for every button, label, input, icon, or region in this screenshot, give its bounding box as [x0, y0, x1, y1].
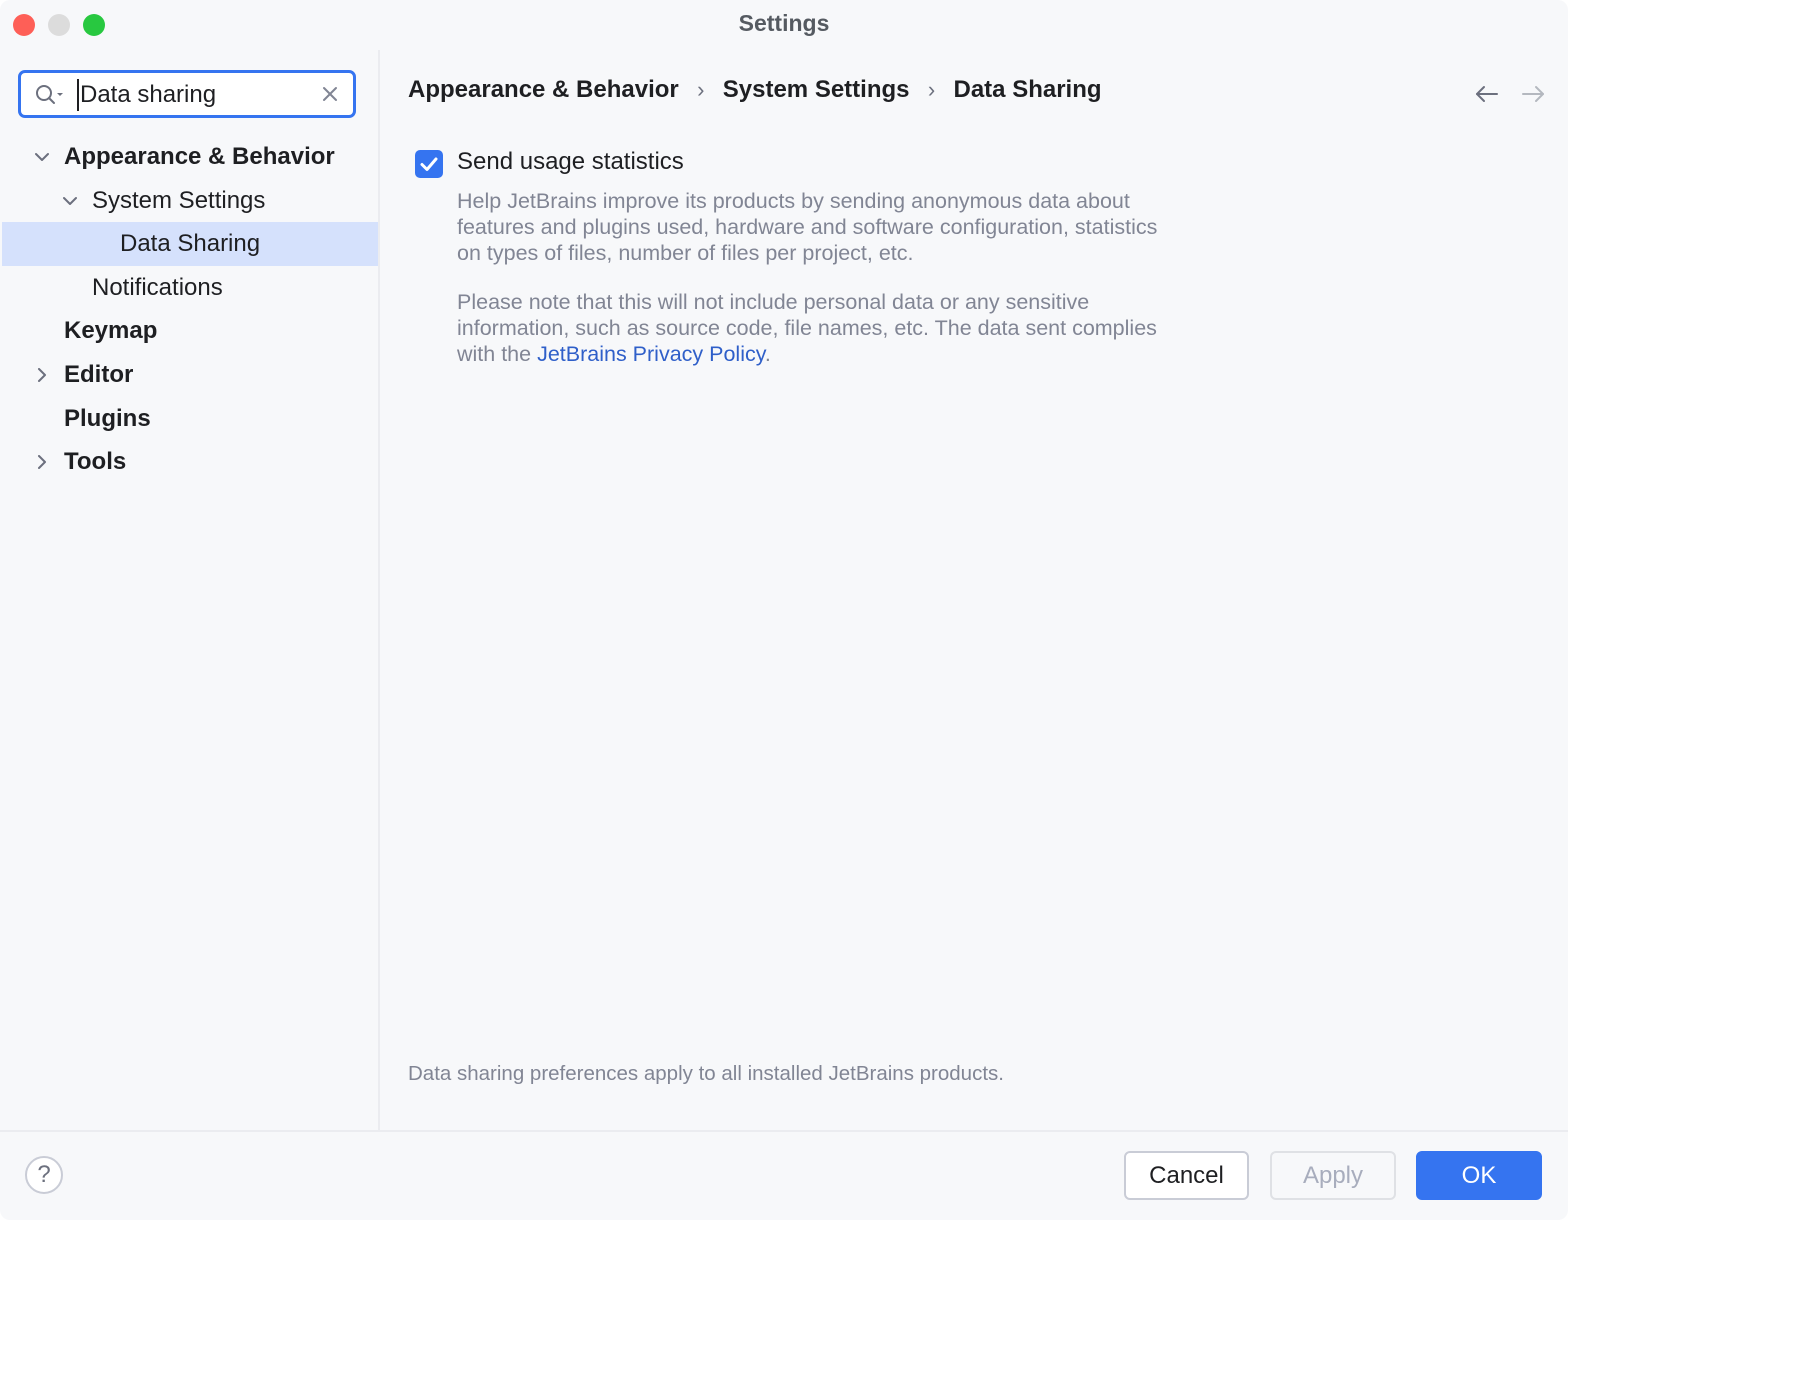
search-input[interactable]	[77, 79, 310, 111]
breadcrumb-item[interactable]: System Settings	[723, 76, 910, 104]
tree-item-label: Data Sharing	[120, 222, 260, 266]
tree-item-data-sharing[interactable]: Data Sharing	[2, 222, 378, 266]
chevron-down-icon[interactable]	[63, 194, 77, 208]
checkbox-label[interactable]: Send usage statistics	[457, 148, 684, 176]
chevron-right-icon[interactable]	[35, 455, 49, 469]
tree-item-label: System Settings	[92, 179, 265, 223]
tree-item-label: Tools	[64, 440, 126, 484]
tree-item-system-settings[interactable]: System Settings	[2, 179, 378, 223]
footer-note: Data sharing preferences apply to all in…	[408, 1062, 1004, 1086]
apply-button[interactable]: Apply	[1270, 1151, 1396, 1200]
privacy-note: Please note that this will not include p…	[457, 289, 1177, 367]
help-button[interactable]: ?	[25, 1156, 63, 1194]
privacy-policy-link[interactable]: JetBrains Privacy Policy	[537, 342, 765, 366]
back-arrow-icon[interactable]	[1474, 84, 1500, 104]
tree-item-appearance-behavior[interactable]: Appearance & Behavior	[2, 135, 378, 179]
tree-item-notifications[interactable]: Notifications	[2, 266, 378, 310]
tree-item-label: Editor	[64, 353, 133, 397]
settings-window: Settings Appearance & Behavior	[0, 0, 1568, 1220]
tree-item-label: Plugins	[64, 397, 151, 441]
tree-item-label: Keymap	[64, 309, 157, 353]
tree-item-label: Notifications	[92, 266, 223, 310]
breadcrumb-separator: ›	[679, 77, 723, 103]
tree-item-keymap[interactable]: Keymap	[2, 309, 378, 353]
chevron-down-icon[interactable]	[35, 150, 49, 164]
checkmark-icon	[415, 150, 443, 178]
breadcrumb: Appearance & Behavior › System Settings …	[408, 72, 1102, 108]
breadcrumb-item[interactable]: Appearance & Behavior	[408, 76, 679, 104]
privacy-note-suffix: .	[765, 342, 771, 366]
send-usage-statistics-checkbox[interactable]	[415, 150, 443, 178]
search-icon[interactable]	[35, 84, 69, 106]
bottom-divider	[0, 1130, 1568, 1132]
tree-item-plugins[interactable]: Plugins	[2, 397, 378, 441]
breadcrumb-item: Data Sharing	[954, 76, 1102, 104]
chevron-right-icon[interactable]	[35, 368, 49, 382]
close-icon[interactable]	[321, 85, 339, 103]
tree-item-tools[interactable]: Tools	[2, 440, 378, 484]
tree-item-label: Appearance & Behavior	[64, 135, 335, 179]
usage-description: Help JetBrains improve its products by s…	[457, 188, 1177, 266]
title-bar: Settings	[0, 0, 1568, 50]
search-field[interactable]	[18, 70, 356, 118]
settings-tree: Appearance & Behavior System Settings Da…	[2, 135, 378, 484]
settings-content: Appearance & Behavior › System Settings …	[380, 50, 1568, 1130]
tree-item-editor[interactable]: Editor	[2, 353, 378, 397]
forward-arrow-icon[interactable]	[1520, 84, 1546, 104]
cancel-button[interactable]: Cancel	[1124, 1151, 1249, 1200]
window-title: Settings	[0, 10, 1568, 37]
breadcrumb-separator: ›	[910, 77, 954, 103]
settings-sidebar: Appearance & Behavior System Settings Da…	[0, 50, 378, 1130]
ok-button[interactable]: OK	[1416, 1151, 1542, 1200]
